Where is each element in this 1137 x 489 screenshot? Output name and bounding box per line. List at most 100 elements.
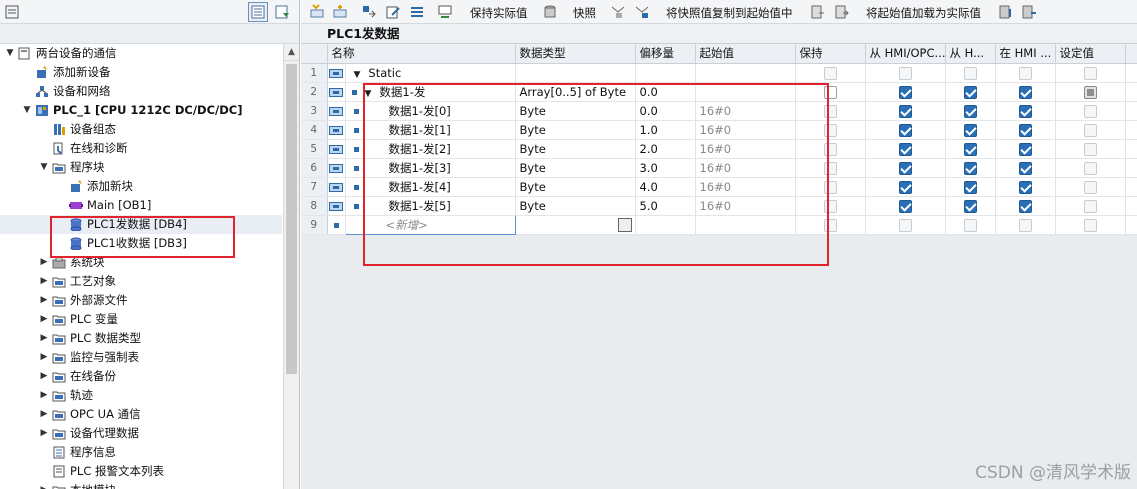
setpoint-cell [1055,139,1126,159]
expand-arrow-icon[interactable]: ▶ [38,424,50,443]
keep-actual-icon[interactable] [542,4,558,20]
name-cell[interactable]: ▼ Static [345,63,516,83]
list-view-icon[interactable] [248,2,268,22]
tree-item-plc-alarms[interactable]: PLC 报警文本列表 [0,462,282,481]
datatype-cell[interactable] [515,63,636,83]
tree-item-main-ob1[interactable]: Main [OB1] [0,196,282,215]
tree-item-program-info[interactable]: 程序信息 [0,443,282,462]
col-header-offset[interactable]: 偏移量 [635,44,696,64]
load-icon[interactable] [810,4,826,20]
keep-actual-button[interactable]: 保持实际值 [470,5,528,21]
empty-cell [995,215,1056,235]
accessible-hmi-checkbox[interactable] [898,85,912,99]
detail-view-icon[interactable] [272,2,292,22]
load-all-icon[interactable] [834,4,850,20]
network-icon [35,85,49,98]
expand-arrow-icon[interactable]: ▶ [38,348,50,367]
scroll-up-icon[interactable]: ▲ [284,44,299,61]
snapshot-icon[interactable] [610,4,626,20]
expand-arrow-icon[interactable]: ▶ [38,367,50,386]
expand-arrow-icon[interactable]: ▶ [38,405,50,424]
setpoint-cell [1055,196,1126,216]
edit-icon[interactable] [385,4,401,20]
tree-item-plc-datatypes[interactable]: ▶ PLC 数据类型 [0,329,282,348]
table-row[interactable]: 1 ▼ Static [301,63,1137,83]
visible-hmi-checkbox[interactable] [1018,199,1032,213]
visible-hmi-checkbox[interactable] [1018,123,1032,137]
tree-item-project[interactable]: ▼ 两台设备的通信 [0,44,282,63]
col-header-retain[interactable]: 保持 [795,44,866,64]
col-header-visible-hmi[interactable]: 在 HMI ... [995,44,1056,64]
expand-arrow-icon[interactable]: ▶ [38,310,50,329]
expand-arrow-icon[interactable]: ▶ [38,272,50,291]
project-tree-menu-icon[interactable] [2,2,22,22]
expand-arrow-icon[interactable]: ▶ [38,481,50,489]
expand-arrow-icon[interactable]: ▶ [38,329,50,348]
list-icon[interactable] [409,4,425,20]
visible-hmi-checkbox[interactable] [1018,85,1032,99]
copy-snapshot-button[interactable]: 将快照值复制到起始值中 [666,5,793,21]
tree-item-proxy-data[interactable]: ▶ 设备代理数据 [0,424,282,443]
writable-hmi-checkbox[interactable] [963,180,977,194]
tree-item-online-diag[interactable]: 在线和诊断 [0,139,282,158]
tree-item-plc1[interactable]: ▼ PLC_1 [CPU 1212C DC/DC/DC] [0,101,282,120]
accessible-hmi-checkbox[interactable] [898,104,912,118]
tree-item-tech-objects[interactable]: ▶ 工艺对象 [0,272,282,291]
load-start-button[interactable]: 将起始值加载为实际值 [866,5,981,21]
collapse-arrow-icon[interactable]: ▼ [354,70,361,80]
download-all-icon[interactable] [1021,4,1037,20]
tree-item-label: 设备和网络 [53,84,111,98]
expand-arrow-icon[interactable]: ▶ [38,253,50,272]
copy-icon[interactable] [634,4,650,20]
tree-item-external-sources[interactable]: ▶ 外部源文件 [0,291,282,310]
col-header-datatype[interactable]: 数据类型 [515,44,636,64]
tree-item-devices-networks[interactable]: 设备和网络 [0,82,282,101]
extend-icon[interactable] [361,4,377,20]
accessible-hmi-checkbox[interactable] [898,142,912,156]
accessible-hmi-checkbox[interactable] [898,199,912,213]
tree-item-opc-ua[interactable]: ▶ OPC UA 通信 [0,405,282,424]
visible-hmi-checkbox[interactable] [1018,104,1032,118]
col-header-writable-hmi[interactable]: 从 H... [945,44,996,64]
accessible-hmi-checkbox[interactable] [898,123,912,137]
accessible-hmi-checkbox[interactable] [898,161,912,175]
tree-item-add-block[interactable]: 添加新块 [0,177,282,196]
col-header-start-value[interactable]: 起始值 [695,44,796,64]
tree-item-watch-force[interactable]: ▶ 监控与强制表 [0,348,282,367]
expand-arrow-icon[interactable]: ▶ [38,386,50,405]
writable-hmi-checkbox[interactable] [963,123,977,137]
tree-item-online-backup[interactable]: ▶ 在线备份 [0,367,282,386]
tree-item-device-config[interactable]: 设备组态 [0,120,282,139]
tree-item-traces[interactable]: ▶ 轨迹 [0,386,282,405]
writable-hmi-checkbox[interactable] [963,104,977,118]
visible-hmi-checkbox[interactable] [1018,161,1032,175]
writable-hmi-checkbox[interactable] [963,199,977,213]
col-header-name[interactable]: 名称 [327,44,516,64]
collapse-arrow-icon[interactable]: ▼ [21,101,33,120]
monitor-icon[interactable] [437,4,453,20]
add-row-icon[interactable] [332,4,348,20]
visible-hmi-checkbox[interactable] [1018,142,1032,156]
tree-scrollbar[interactable]: ▲ [283,44,299,489]
plc-icon [35,104,49,117]
collapse-arrow-icon[interactable]: ▼ [38,158,50,177]
col-header-setpoint[interactable]: 设定值 [1055,44,1126,64]
scroll-thumb[interactable] [286,64,297,374]
writable-hmi-checkbox[interactable] [963,161,977,175]
writable-hmi-checkbox[interactable] [963,142,977,156]
snapshot-button[interactable]: 快照 [573,5,596,21]
collapse-arrow-icon[interactable]: ▼ [4,44,16,63]
download-icon[interactable] [998,4,1014,20]
visible-hmi-checkbox[interactable] [1018,180,1032,194]
tree-item-add-device[interactable]: 添加新设备 [0,63,282,82]
tree-item-plc-tags[interactable]: ▶ PLC 变量 [0,310,282,329]
tree-item-program-blocks[interactable]: ▼ 程序块 [0,158,282,177]
insert-row-icon[interactable] [309,4,325,20]
accessible-hmi-checkbox[interactable] [898,180,912,194]
col-header-accessible-hmi[interactable]: 从 HMI/OPC... [865,44,946,64]
start-value-cell[interactable] [695,63,796,83]
writable-hmi-checkbox[interactable] [963,85,977,99]
tree-item-local-modules[interactable]: ▶ 本地模块 [0,481,282,489]
setpoint-checkbox[interactable] [1083,85,1097,99]
expand-arrow-icon[interactable]: ▶ [38,291,50,310]
